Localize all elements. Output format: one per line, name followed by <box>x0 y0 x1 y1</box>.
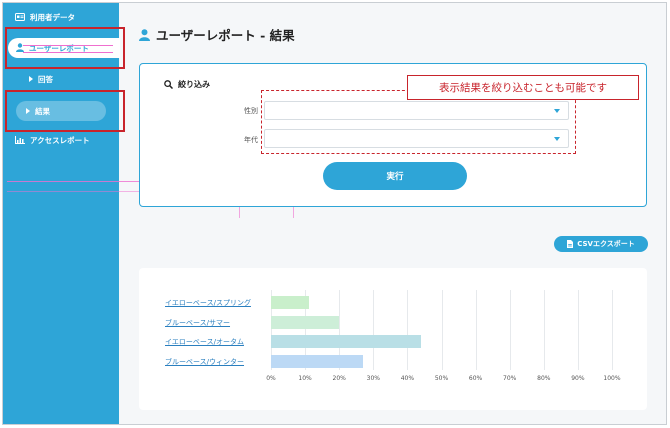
highlight-box-user-report <box>5 27 125 69</box>
caret-right-icon <box>29 75 33 84</box>
user-icon <box>139 28 150 41</box>
category-label[interactable]: イエローベース/オータム <box>165 337 244 347</box>
x-tick-label: 90% <box>571 375 585 382</box>
bar <box>271 354 364 368</box>
x-tick-label: 50% <box>434 375 449 382</box>
csv-export-label: CSVエクスポート <box>577 240 635 248</box>
x-tick-label: 80% <box>537 375 551 382</box>
sidebar-item-label: 利用者データ <box>30 13 75 22</box>
x-tick-label: 70% <box>503 375 517 382</box>
filter-heading: 絞り込み <box>164 79 210 90</box>
x-tick-label: 20% <box>332 375 346 382</box>
gridline <box>407 290 409 370</box>
search-icon <box>164 80 173 89</box>
category-label[interactable]: ブルーベース/ウィンター <box>165 357 244 367</box>
guide-line <box>23 45 113 46</box>
highlight-box-results <box>5 90 125 132</box>
gridline <box>509 290 511 370</box>
gridline <box>373 290 375 370</box>
category-label[interactable]: イエローベース/スプリング <box>165 298 251 308</box>
gridline <box>475 290 477 370</box>
gridline <box>441 290 443 370</box>
age-label: 年代 <box>244 136 258 144</box>
guide-line <box>23 52 113 53</box>
sidebar-item-answers[interactable]: 回答 <box>29 74 53 85</box>
gridline <box>612 290 613 370</box>
x-tick-label: 30% <box>366 375 380 382</box>
results-chart: 0% 10% 20% 30% 40% 50% 60% 70% 80% 90% 100% イエローベース… <box>139 268 647 410</box>
filter-heading-text: 絞り込み <box>178 80 210 89</box>
page-title: ユーザーレポート - 結果 <box>139 25 295 44</box>
x-tick-label: 100% <box>603 375 621 382</box>
gridline <box>543 290 545 370</box>
csv-export-button[interactable]: CSVエクスポート <box>554 236 648 252</box>
app-window: 利用者データ ユーザーレポート 回答 結果 アクセスレポート ユーザーレポート … <box>2 2 667 425</box>
bar <box>271 315 340 329</box>
category-label[interactable]: ブルーベース/サマー <box>165 318 230 328</box>
callout-note: 表示結果を絞り込むことも可能です <box>407 75 639 100</box>
x-tick-label: 0% <box>266 375 276 382</box>
run-button[interactable]: 実行 <box>323 162 467 190</box>
bar <box>271 335 422 348</box>
id-card-icon <box>15 12 25 23</box>
x-tick-label: 40% <box>400 375 415 382</box>
bar-chart-icon <box>15 135 25 146</box>
gridline <box>577 290 579 370</box>
sidebar-item-user-data[interactable]: 利用者データ <box>15 12 75 23</box>
sidebar-item-label: アクセスレポート <box>30 136 90 145</box>
page-title-text: ユーザーレポート - 結果 <box>156 28 295 43</box>
x-tick-label: 10% <box>298 375 312 382</box>
gender-label: 性別 <box>244 107 258 115</box>
x-tick-label: 60% <box>468 375 483 382</box>
bar <box>271 296 309 309</box>
sidebar-item-access-report[interactable]: アクセスレポート <box>15 135 90 146</box>
file-icon <box>567 240 574 248</box>
sidebar-item-label: 回答 <box>38 75 53 84</box>
